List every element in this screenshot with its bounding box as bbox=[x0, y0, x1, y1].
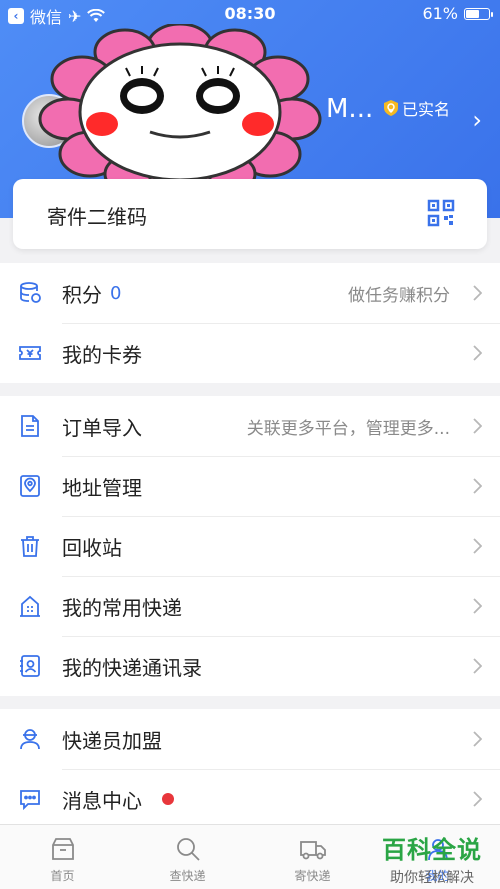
chevron-right-icon bbox=[473, 658, 482, 674]
location-icon bbox=[20, 475, 40, 497]
row-courier-join[interactable]: 快递员加盟 bbox=[0, 709, 500, 769]
row-message-center[interactable]: 消息中心 bbox=[0, 769, 500, 829]
row-title: 消息中心 bbox=[62, 788, 142, 813]
row-address[interactable]: 地址管理 bbox=[0, 456, 500, 516]
chevron-right-icon bbox=[473, 345, 482, 361]
message-icon bbox=[20, 790, 40, 811]
row-points[interactable]: 积分 0 做任务赚积分 bbox=[0, 263, 500, 323]
row-title: 回收站 bbox=[62, 535, 122, 560]
section-points: 积分 0 做任务赚积分 我的卡券 bbox=[0, 263, 500, 383]
tab-label: 首页 bbox=[50, 869, 75, 883]
row-title: 我的卡券 bbox=[62, 342, 142, 367]
row-title: 快递员加盟 bbox=[62, 728, 162, 753]
send-qr-card[interactable]: 寄件二维码 bbox=[13, 179, 487, 249]
row-title: 积分 bbox=[62, 282, 102, 307]
row-hint: 关联更多平台，管理更多... bbox=[246, 418, 450, 439]
section-orders: 订单导入 关联更多平台，管理更多... 地址管理 回收站 我的常用快递 我的快递… bbox=[0, 396, 500, 696]
chevron-right-icon bbox=[473, 418, 482, 434]
truck-icon bbox=[299, 841, 326, 860]
shield-check-icon bbox=[384, 100, 398, 116]
verified-label: 已实名 bbox=[402, 100, 451, 119]
flower-sticker-image bbox=[38, 24, 322, 194]
chevron-right-icon bbox=[473, 538, 482, 554]
row-title: 我的快递通讯录 bbox=[62, 655, 202, 680]
chevron-right-icon bbox=[473, 478, 482, 494]
row-order-import[interactable]: 订单导入 关联更多平台，管理更多... bbox=[0, 396, 500, 456]
row-favorite-couriers[interactable]: 我的常用快递 bbox=[0, 576, 500, 636]
ticket-icon bbox=[19, 346, 41, 360]
watermark-title: 百科全说 bbox=[382, 836, 482, 864]
courier-icon bbox=[20, 729, 40, 750]
tab-label: 寄快递 bbox=[294, 869, 331, 883]
row-title: 我的常用快递 bbox=[62, 595, 182, 620]
row-title: 订单导入 bbox=[62, 415, 142, 440]
contacts-icon bbox=[20, 655, 40, 677]
battery-icon bbox=[464, 7, 493, 20]
database-icon bbox=[20, 282, 41, 303]
watermark-subtitle: 助你轻松解决 bbox=[390, 870, 474, 886]
qr-code-icon bbox=[427, 199, 455, 227]
building-icon bbox=[20, 595, 40, 617]
tab-track[interactable]: 查快递 bbox=[125, 825, 250, 889]
chevron-right-icon bbox=[473, 598, 482, 614]
chevron-right-icon bbox=[473, 731, 482, 747]
username[interactable]: M... bbox=[326, 94, 373, 124]
qr-card-label: 寄件二维码 bbox=[47, 205, 147, 229]
row-hint: 做任务赚积分 bbox=[348, 285, 450, 306]
chevron-right-icon bbox=[473, 285, 482, 301]
row-recycle-bin[interactable]: 回收站 bbox=[0, 516, 500, 576]
chevron-right-icon bbox=[473, 791, 482, 807]
document-icon bbox=[21, 415, 39, 437]
row-courier-contacts[interactable]: 我的快递通讯录 bbox=[0, 636, 500, 696]
section-misc: 快递员加盟 消息中心 bbox=[0, 709, 500, 829]
profile-chevron-icon[interactable]: › bbox=[472, 106, 482, 134]
watermark: 百科全说 助你轻松解决 bbox=[372, 830, 492, 887]
status-right: 61% bbox=[422, 4, 493, 23]
unread-dot bbox=[162, 793, 174, 805]
tab-label: 查快递 bbox=[169, 869, 206, 883]
tab-send[interactable]: 寄快递 bbox=[250, 825, 375, 889]
verified-badge: 已实名 bbox=[382, 96, 450, 120]
battery-fill bbox=[466, 9, 479, 18]
tab-home[interactable]: 首页 bbox=[0, 825, 125, 889]
battery-percent: 61% bbox=[422, 4, 458, 23]
points-count: 0 bbox=[110, 282, 122, 304]
row-title: 地址管理 bbox=[62, 475, 142, 500]
row-coupons[interactable]: 我的卡券 bbox=[0, 323, 500, 383]
search-icon bbox=[176, 838, 200, 861]
trash-icon bbox=[21, 536, 39, 557]
box-icon bbox=[51, 838, 74, 860]
